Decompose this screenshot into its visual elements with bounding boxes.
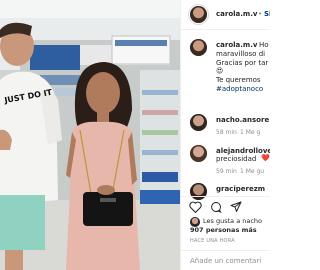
caption-hashtag[interactable]: #adoptanoco <box>216 85 263 94</box>
comment-text: preciosidad <box>216 155 257 163</box>
header-username[interactable]: carola.m.v <box>216 10 257 19</box>
likes-text[interactable]: Les gusta a nacho <box>203 217 262 226</box>
comment-avatar[interactable] <box>190 145 207 162</box>
caption-line-2: maravilloso di <box>216 50 266 58</box>
heart-emoji: ❤️ <box>261 154 270 162</box>
comment-age: 59 min <box>216 168 237 175</box>
follow-button[interactable]: Si <box>264 10 270 19</box>
comment-username[interactable]: nacho.ansore <box>216 116 269 125</box>
action-bar <box>181 196 270 218</box>
post-header: carola.m.v • Si <box>181 0 270 30</box>
caption-line-3: Gracias por tar <box>216 59 269 67</box>
caption-emoji: 😍 <box>216 67 224 75</box>
post-sidebar: carola.m.v • Si carola.m.v Ho maravillos… <box>180 0 270 270</box>
caption-line-1: Ho <box>259 41 269 49</box>
likes-count[interactable]: 907 personas más <box>190 226 257 235</box>
comment-likes[interactable]: 1 Me g <box>240 128 260 137</box>
add-comment-bar: Añade un comentari <box>181 250 270 270</box>
author-avatar[interactable] <box>190 6 207 23</box>
comment-age: 58 min <box>216 129 237 136</box>
post-photo[interactable]: JUST DO IT <box>0 0 180 270</box>
heart-icon[interactable] <box>189 201 202 213</box>
photo-scene: JUST DO IT <box>0 0 180 270</box>
post-timestamp[interactable]: HACE UNA HORA <box>190 237 235 246</box>
add-comment-input[interactable]: Añade un comentari <box>190 257 261 266</box>
caption-avatar[interactable] <box>190 39 207 56</box>
share-icon[interactable] <box>230 201 242 213</box>
caption-username[interactable]: carola.m.v <box>216 41 257 50</box>
header-dot: • <box>258 10 263 18</box>
comment-likes[interactable]: 1 Me gu <box>240 167 264 176</box>
comment-icon[interactable] <box>210 201 222 213</box>
comment-avatar[interactable] <box>190 114 207 131</box>
comment-username[interactable]: graciperezm <box>216 185 265 194</box>
caption-line-4: Te queremos <box>216 76 261 84</box>
